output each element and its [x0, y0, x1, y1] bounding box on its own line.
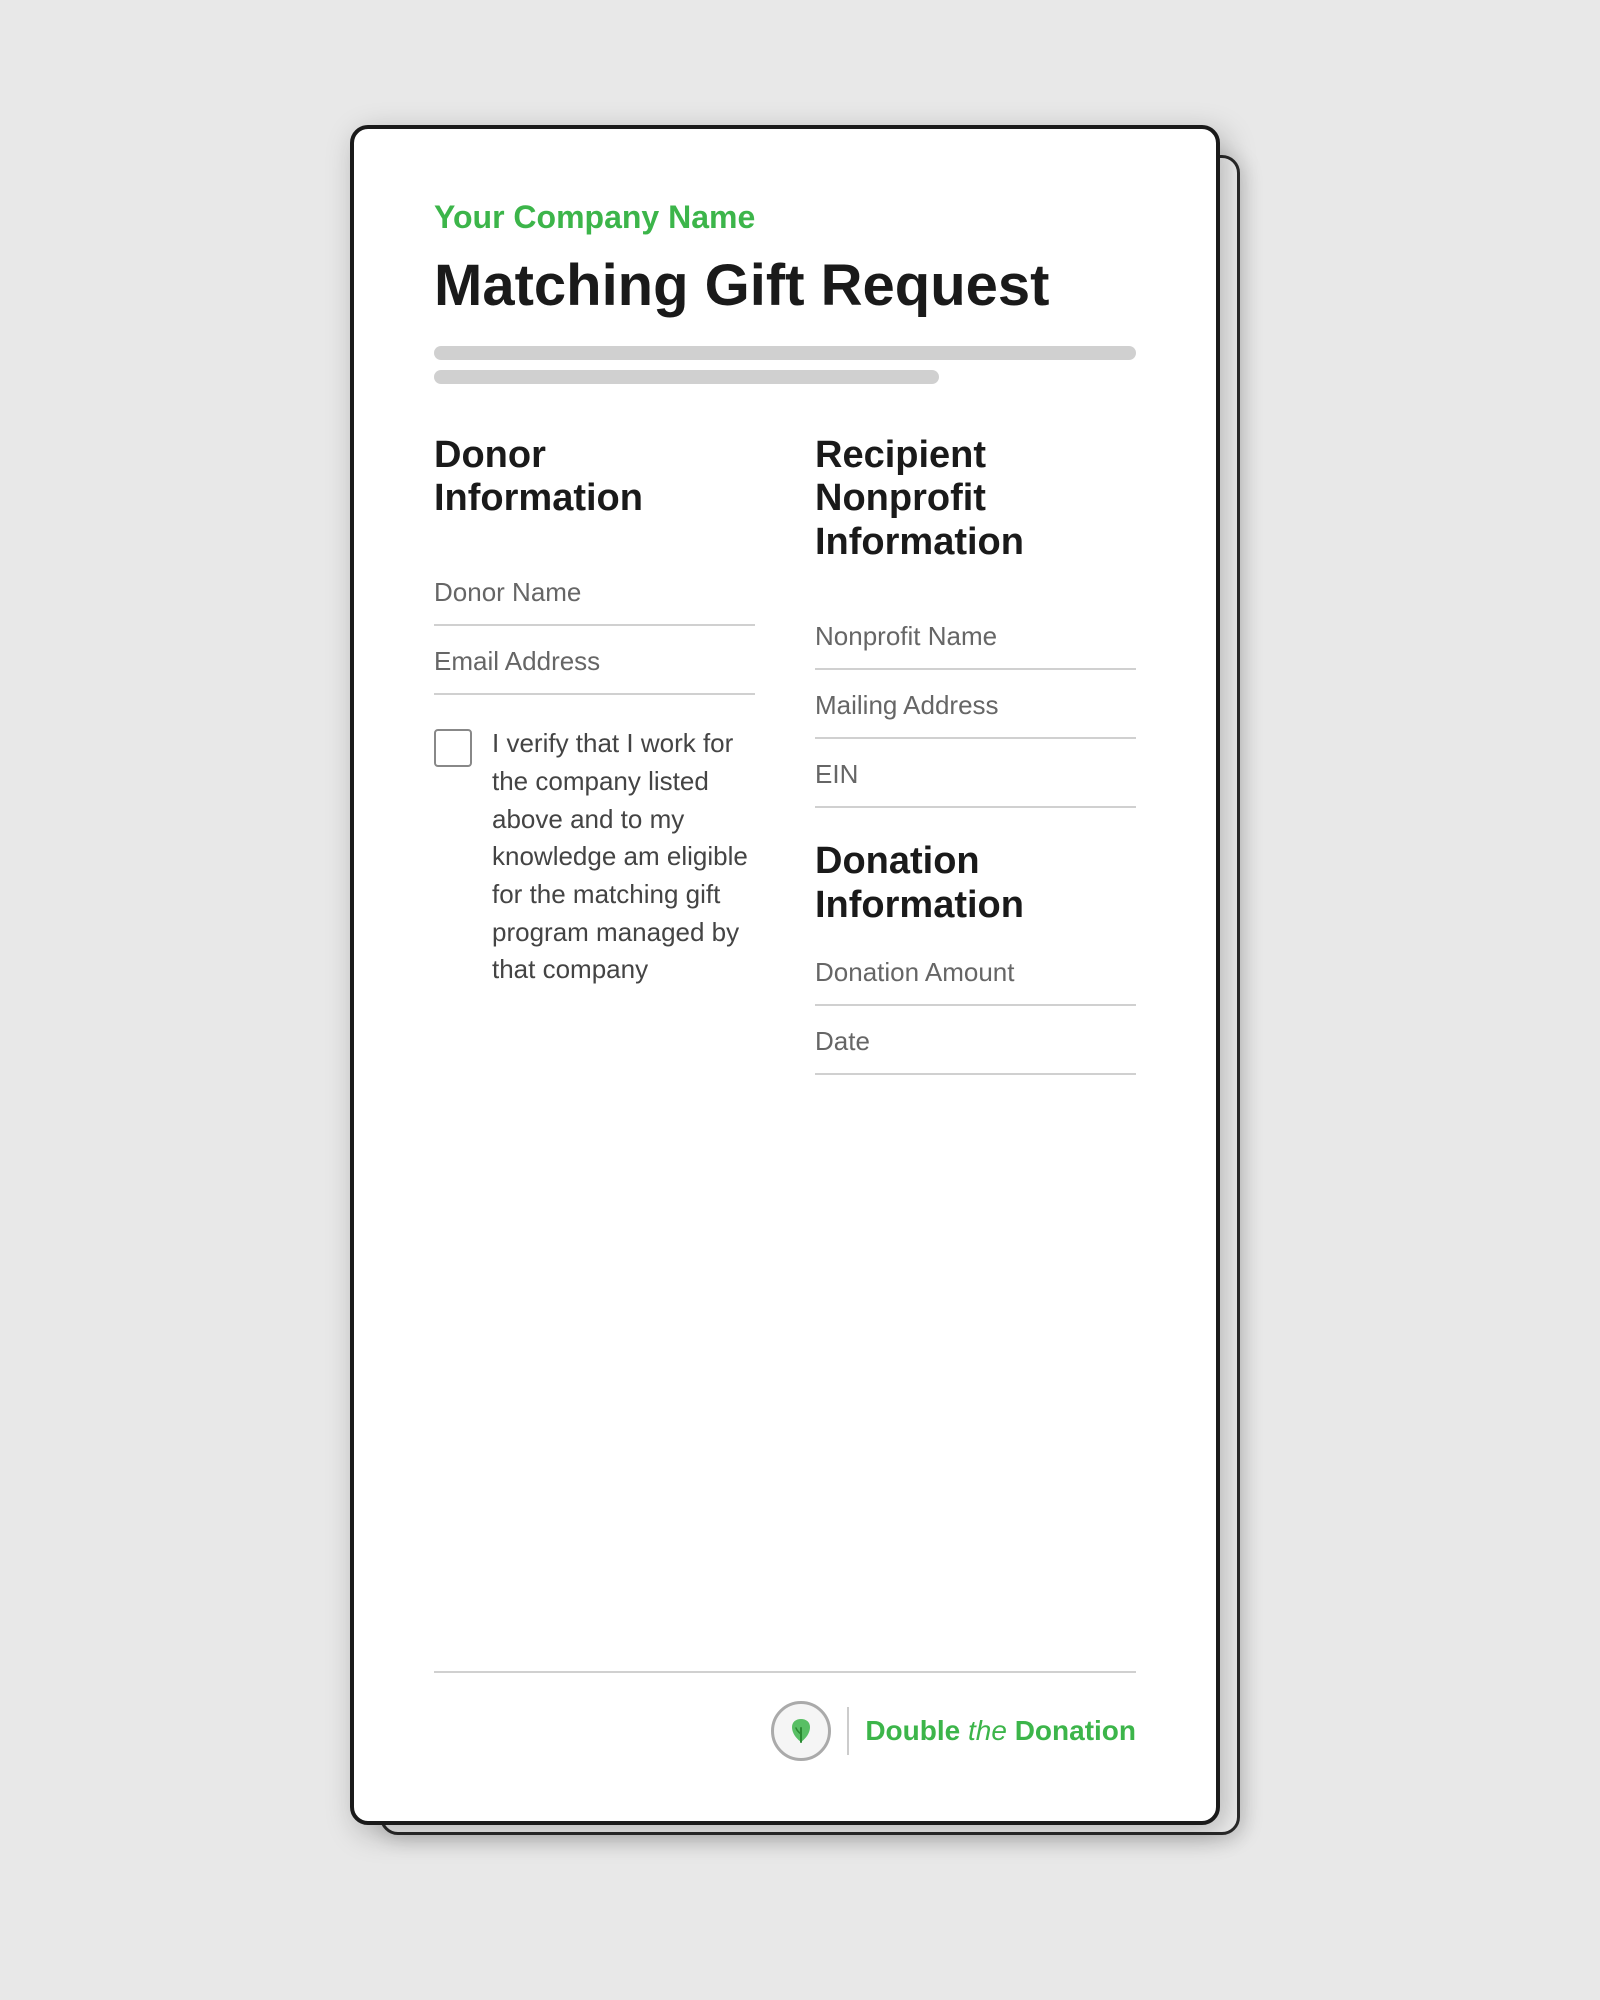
mailing-address-field[interactable]: Mailing Address [815, 670, 1136, 739]
email-address-label: Email Address [434, 646, 600, 676]
ein-label: EIN [815, 759, 858, 789]
donation-amount-label: Donation Amount [815, 957, 1014, 987]
brand-divider [847, 1707, 849, 1755]
verify-checkbox[interactable] [434, 729, 472, 767]
page-stack: Your Company Name Matching Gift Request … [350, 125, 1250, 1875]
progress-bar-2 [434, 370, 939, 384]
brand-the: the [960, 1715, 1014, 1746]
donation-section-heading: DonationInformation [815, 840, 1136, 927]
mailing-address-label: Mailing Address [815, 690, 999, 720]
progress-bars [434, 346, 1136, 384]
nonprofit-name-field[interactable]: Nonprofit Name [815, 601, 1136, 670]
donor-fields: Donor Name Email Address [434, 557, 755, 695]
nonprofit-name-label: Nonprofit Name [815, 621, 997, 651]
ein-field[interactable]: EIN [815, 739, 1136, 808]
progress-bar-1 [434, 346, 1136, 360]
verify-checkbox-area[interactable]: I verify that I work for the company lis… [434, 695, 755, 1005]
brand-name: Double the Donation [865, 1715, 1136, 1747]
donor-name-label: Donor Name [434, 577, 581, 607]
brand-double: Double [865, 1715, 960, 1746]
brand-svg-icon [784, 1714, 818, 1748]
verify-checkbox-label: I verify that I work for the company lis… [492, 725, 755, 989]
email-address-field[interactable]: Email Address [434, 626, 755, 695]
date-field[interactable]: Date [815, 1006, 1136, 1075]
double-the-donation-icon [771, 1701, 831, 1761]
nonprofit-section-heading: Recipient NonprofitInformation [815, 434, 1136, 565]
donor-column: DonorInformation Donor Name Email Addres… [434, 434, 755, 1671]
footer-divider [434, 1671, 1136, 1673]
donation-fields: Donation Amount Date [815, 937, 1136, 1075]
company-name: Your Company Name [434, 199, 1136, 236]
nonprofit-donation-column: Recipient NonprofitInformation Nonprofit… [815, 434, 1136, 1671]
footer-brand: Double the Donation [434, 1701, 1136, 1761]
donor-section-heading: DonorInformation [434, 434, 755, 521]
donation-amount-field[interactable]: Donation Amount [815, 937, 1136, 1006]
nonprofit-fields: Nonprofit Name Mailing Address EIN [815, 601, 1136, 808]
form-columns: DonorInformation Donor Name Email Addres… [434, 434, 1136, 1671]
page-main: Your Company Name Matching Gift Request … [350, 125, 1220, 1825]
donor-name-field[interactable]: Donor Name [434, 557, 755, 626]
brand-donation: Donation [1015, 1715, 1136, 1746]
form-title: Matching Gift Request [434, 254, 1136, 318]
date-label: Date [815, 1026, 870, 1056]
